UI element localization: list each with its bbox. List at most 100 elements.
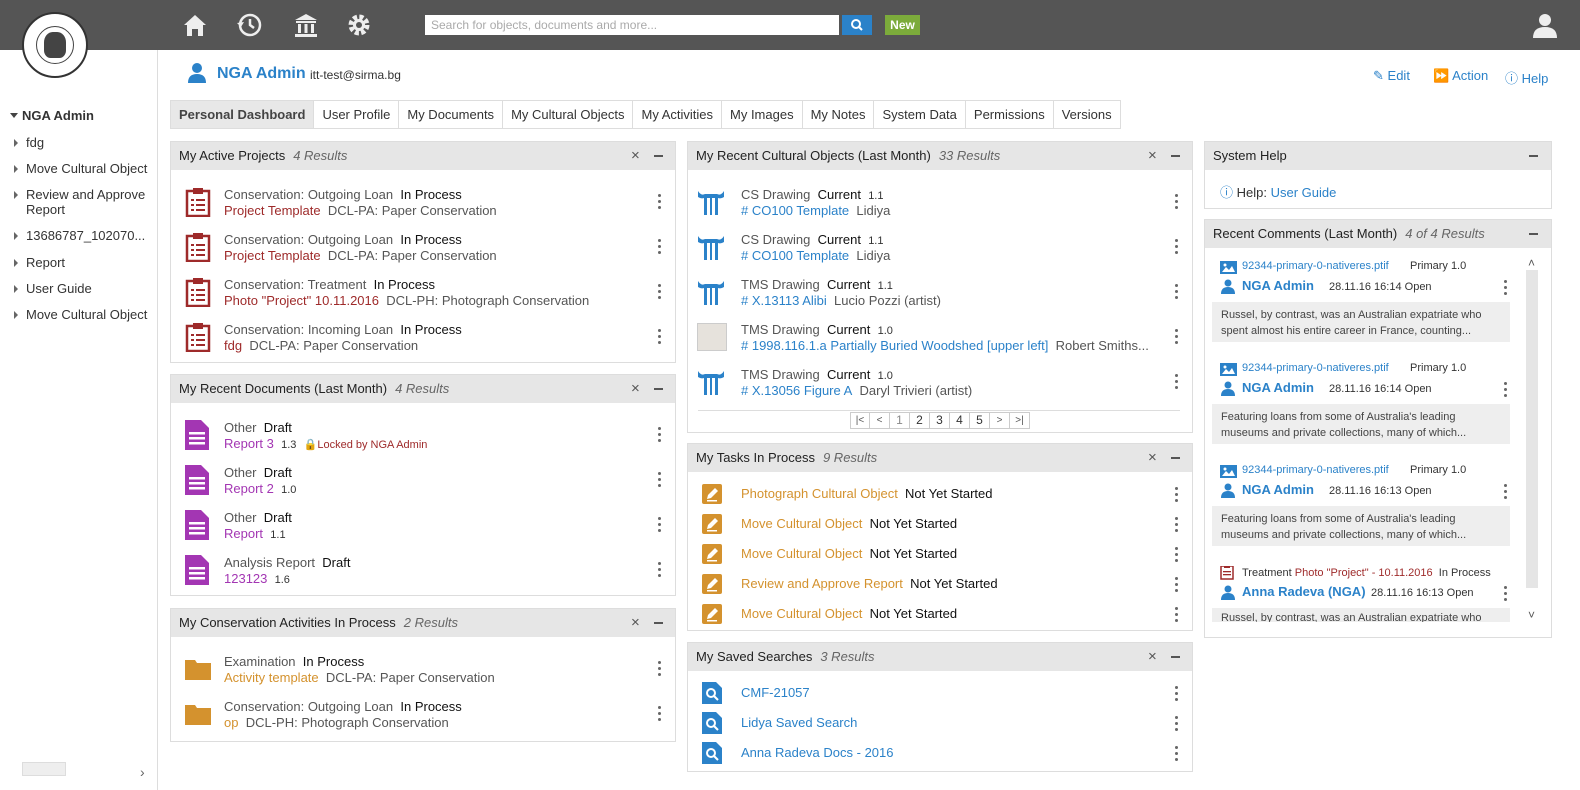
document-row[interactable]: Analysis Report Draft 123123 1.6 xyxy=(171,555,675,589)
close-icon[interactable]: × xyxy=(631,375,640,403)
project-link[interactable]: Project Template xyxy=(224,248,321,263)
page-5-button[interactable]: 5 xyxy=(970,412,990,429)
new-button[interactable]: New xyxy=(885,15,920,35)
project-row[interactable]: Conservation: Incoming Loan In Process fd… xyxy=(171,322,675,356)
object-link[interactable]: # X.13056 Figure A xyxy=(741,383,852,398)
task-link[interactable]: Move Cultural Object xyxy=(741,516,862,531)
activity-row[interactable]: Conservation: Outgoing Loan In Process op… xyxy=(171,699,675,733)
close-icon[interactable]: × xyxy=(1148,444,1157,472)
tab-my-activities[interactable]: My Activities xyxy=(633,101,722,128)
search-input[interactable] xyxy=(425,15,839,35)
comment-menu-button[interactable] xyxy=(1499,584,1511,602)
row-menu-button[interactable] xyxy=(1170,575,1182,593)
user-menu-icon[interactable] xyxy=(1530,10,1560,40)
sidebar-item-move-cultural-object-2[interactable]: Move Cultural Object xyxy=(14,307,154,322)
minimize-icon[interactable] xyxy=(1529,233,1538,235)
minimize-icon[interactable] xyxy=(1171,656,1180,658)
comment-author-link[interactable]: NGA Admin xyxy=(1242,482,1314,497)
object-link[interactable]: # CO100 Template xyxy=(741,203,849,218)
minimize-icon[interactable] xyxy=(654,155,663,157)
close-icon[interactable]: × xyxy=(631,609,640,637)
row-menu-button[interactable] xyxy=(1170,714,1182,732)
help-button[interactable]: ⓘ Help xyxy=(1505,68,1548,87)
row-menu-button[interactable] xyxy=(1170,485,1182,503)
tab-system-data[interactable]: System Data xyxy=(874,101,966,128)
scroll-up-icon[interactable]: ˄ xyxy=(1528,256,1535,270)
tab-my-cultural-objects[interactable]: My Cultural Objects xyxy=(503,101,634,128)
row-menu-button[interactable] xyxy=(653,659,665,677)
saved-search-row[interactable]: CMF-21057 xyxy=(688,682,1192,704)
sidebar-item-image[interactable]: 13686787_102070... xyxy=(14,228,154,243)
task-link[interactable]: Move Cultural Object xyxy=(741,546,862,561)
row-menu-button[interactable] xyxy=(1170,605,1182,623)
minimize-icon[interactable] xyxy=(1171,155,1180,157)
cultural-object-row[interactable]: TMS Drawing Current 1.1 # X.13113 Alibi L… xyxy=(688,277,1192,311)
row-menu-button[interactable] xyxy=(653,515,665,533)
saved-search-row[interactable]: Lidya Saved Search xyxy=(688,712,1192,734)
minimize-icon[interactable] xyxy=(654,622,663,624)
document-row[interactable]: Other Draft Report 3 1.3 🔒Locked by NGA A… xyxy=(171,420,675,454)
comment-author-link[interactable]: NGA Admin xyxy=(1242,278,1314,293)
page-2-button[interactable]: 2 xyxy=(910,412,930,429)
sidebar-item-review-report[interactable]: Review and Approve Report xyxy=(14,187,154,217)
sidebar-root-item[interactable]: NGA Admin xyxy=(10,108,152,123)
task-row[interactable]: Move Cultural Object Not Yet Started xyxy=(688,544,1192,566)
document-row[interactable]: Other Draft Report 2 1.0 xyxy=(171,465,675,499)
comment-file-link[interactable]: 92344-primary-0-nativeres.ptif xyxy=(1242,260,1389,272)
close-icon[interactable]: × xyxy=(1148,643,1157,671)
project-link[interactable]: Photo "Project" 10.11.2016 xyxy=(224,293,379,308)
task-row[interactable]: Review and Approve Report Not Yet Starte… xyxy=(688,574,1192,596)
prev-page-button[interactable]: < xyxy=(870,412,890,429)
document-link[interactable]: 123123 xyxy=(224,571,267,586)
tab-permissions[interactable]: Permissions xyxy=(966,101,1054,128)
task-link[interactable]: Review and Approve Report xyxy=(741,576,903,591)
cultural-object-row[interactable]: CS Drawing Current 1.1 # CO100 Template L… xyxy=(688,187,1192,221)
tab-my-documents[interactable]: My Documents xyxy=(399,101,504,128)
library-icon[interactable] xyxy=(292,11,320,39)
document-link[interactable]: Report 3 xyxy=(224,436,274,451)
row-menu-button[interactable] xyxy=(1170,684,1182,702)
project-row[interactable]: Conservation: Outgoing Loan In Process Pr… xyxy=(171,187,675,221)
first-page-button[interactable]: |< xyxy=(850,412,870,429)
sidebar-scrollbar[interactable] xyxy=(22,762,66,776)
sidebar-item-report[interactable]: Report xyxy=(14,255,154,270)
row-menu-button[interactable] xyxy=(653,192,665,210)
minimize-icon[interactable] xyxy=(1529,155,1538,157)
comment-menu-button[interactable] xyxy=(1499,278,1511,296)
activity-link[interactable]: op xyxy=(224,715,238,730)
cultural-object-row[interactable]: TMS Drawing Current 1.0 # X.13056 Figure … xyxy=(688,367,1192,401)
close-icon[interactable]: × xyxy=(631,142,640,170)
home-icon[interactable] xyxy=(181,11,209,39)
project-link[interactable]: fdg xyxy=(224,338,242,353)
page-4-button[interactable]: 4 xyxy=(950,412,970,429)
row-menu-button[interactable] xyxy=(1170,192,1182,210)
row-menu-button[interactable] xyxy=(653,470,665,488)
object-link[interactable]: # X.13113 Alibi xyxy=(741,293,827,308)
row-menu-button[interactable] xyxy=(1170,327,1182,345)
tab-versions[interactable]: Versions xyxy=(1054,101,1120,128)
next-page-button[interactable]: > xyxy=(990,412,1010,429)
document-link[interactable]: Report xyxy=(224,526,263,541)
document-link[interactable]: Report 2 xyxy=(224,481,274,496)
comment-menu-button[interactable] xyxy=(1499,482,1511,500)
row-menu-button[interactable] xyxy=(1170,372,1182,390)
action-button[interactable]: ⏩ Action xyxy=(1433,68,1488,84)
user-guide-link[interactable]: User Guide xyxy=(1271,185,1337,200)
row-menu-button[interactable] xyxy=(653,327,665,345)
settings-icon[interactable] xyxy=(345,11,373,39)
row-menu-button[interactable] xyxy=(1170,237,1182,255)
page-3-button[interactable]: 3 xyxy=(930,412,950,429)
nga-logo[interactable] xyxy=(22,12,88,78)
row-menu-button[interactable] xyxy=(653,282,665,300)
row-menu-button[interactable] xyxy=(653,560,665,578)
row-menu-button[interactable] xyxy=(1170,282,1182,300)
minimize-icon[interactable] xyxy=(654,388,663,390)
close-icon[interactable]: × xyxy=(1148,142,1157,170)
search-button[interactable] xyxy=(842,15,872,35)
comments-scrollbar[interactable] xyxy=(1526,270,1538,588)
row-menu-button[interactable] xyxy=(1170,515,1182,533)
scroll-down-icon[interactable]: ˅ xyxy=(1528,608,1535,622)
comment-file-link[interactable]: 92344-primary-0-nativeres.ptif xyxy=(1242,464,1389,476)
sidebar-item-user-guide[interactable]: User Guide xyxy=(14,281,154,296)
cultural-object-row[interactable]: TMS Drawing Current 1.0 # 1998.116.1.a Pa… xyxy=(688,322,1192,356)
